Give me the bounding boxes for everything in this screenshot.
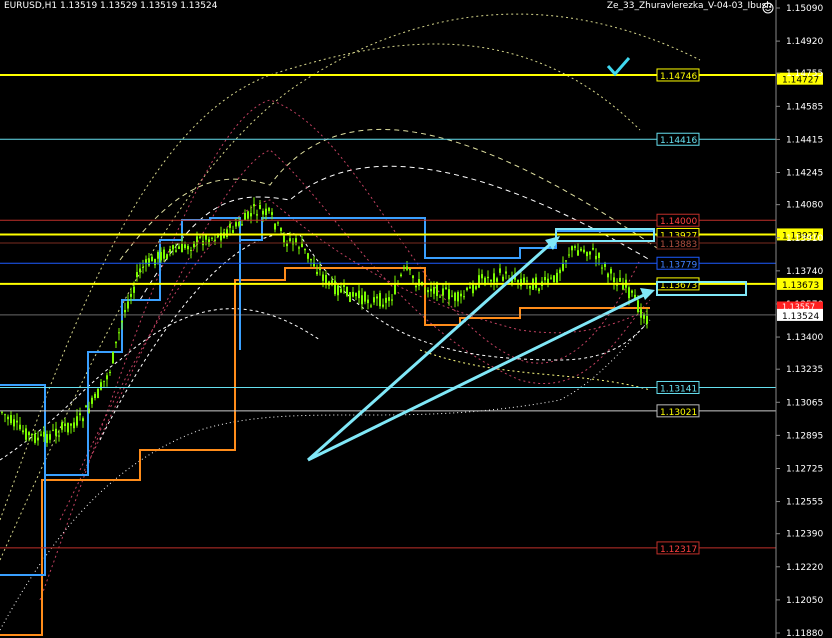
price-tick-label: 1.14080 xyxy=(786,201,823,211)
level-label: 1.14000 xyxy=(660,217,697,227)
price-tick-label: 1.13235 xyxy=(786,365,823,375)
price-tick-label: 1.14920 xyxy=(786,37,823,47)
symbol-info: EURUSD,H1 1.13519 1.13529 1.13519 1.1352… xyxy=(4,1,218,11)
price-tick-label: 1.11880 xyxy=(786,629,823,638)
price-tick-label: 1.12220 xyxy=(786,563,823,573)
level-label: 1.13779 xyxy=(660,260,697,270)
level-label: 1.14746 xyxy=(660,72,697,82)
price-tick-label: 1.12895 xyxy=(786,431,823,441)
price-tick-label: 1.14755 xyxy=(786,69,823,79)
price-tick-label: 1.14245 xyxy=(786,169,823,179)
price-tick-label: 1.12725 xyxy=(786,464,823,474)
price-tick-label: 1.15090 xyxy=(786,4,823,14)
price-tick-label: 1.12555 xyxy=(786,498,823,508)
price-tick-label: 1.13065 xyxy=(786,398,823,408)
price-tick-label: 1.12390 xyxy=(786,530,823,540)
bid-price-label: 1.13524 xyxy=(782,312,819,322)
axis-level-label: 1.13673 xyxy=(782,281,819,291)
smiley-icon[interactable] xyxy=(762,2,774,14)
price-tick-label: 1.13400 xyxy=(786,333,823,343)
level-label: 1.14416 xyxy=(660,136,697,146)
level-label: 1.13021 xyxy=(660,408,697,418)
level-label: 1.13141 xyxy=(660,384,697,394)
price-tick-label: 1.13910 xyxy=(786,234,823,244)
level-label: 1.13883 xyxy=(660,240,697,250)
price-tick-label: 1.14415 xyxy=(786,135,823,145)
price-chart[interactable]: 1.14746 1.147271.144161.140001.13927 1.139… xyxy=(0,0,832,638)
price-tick-label: 1.14585 xyxy=(786,102,823,112)
level-label: 1.12317 xyxy=(660,545,697,555)
price-tick-label: 1.12050 xyxy=(786,596,823,606)
price-tick-label: 1.13740 xyxy=(786,267,823,277)
expert-advisor-name: Ze_33_Zhuravlerezka_V-04-03_Ibush xyxy=(606,1,772,11)
